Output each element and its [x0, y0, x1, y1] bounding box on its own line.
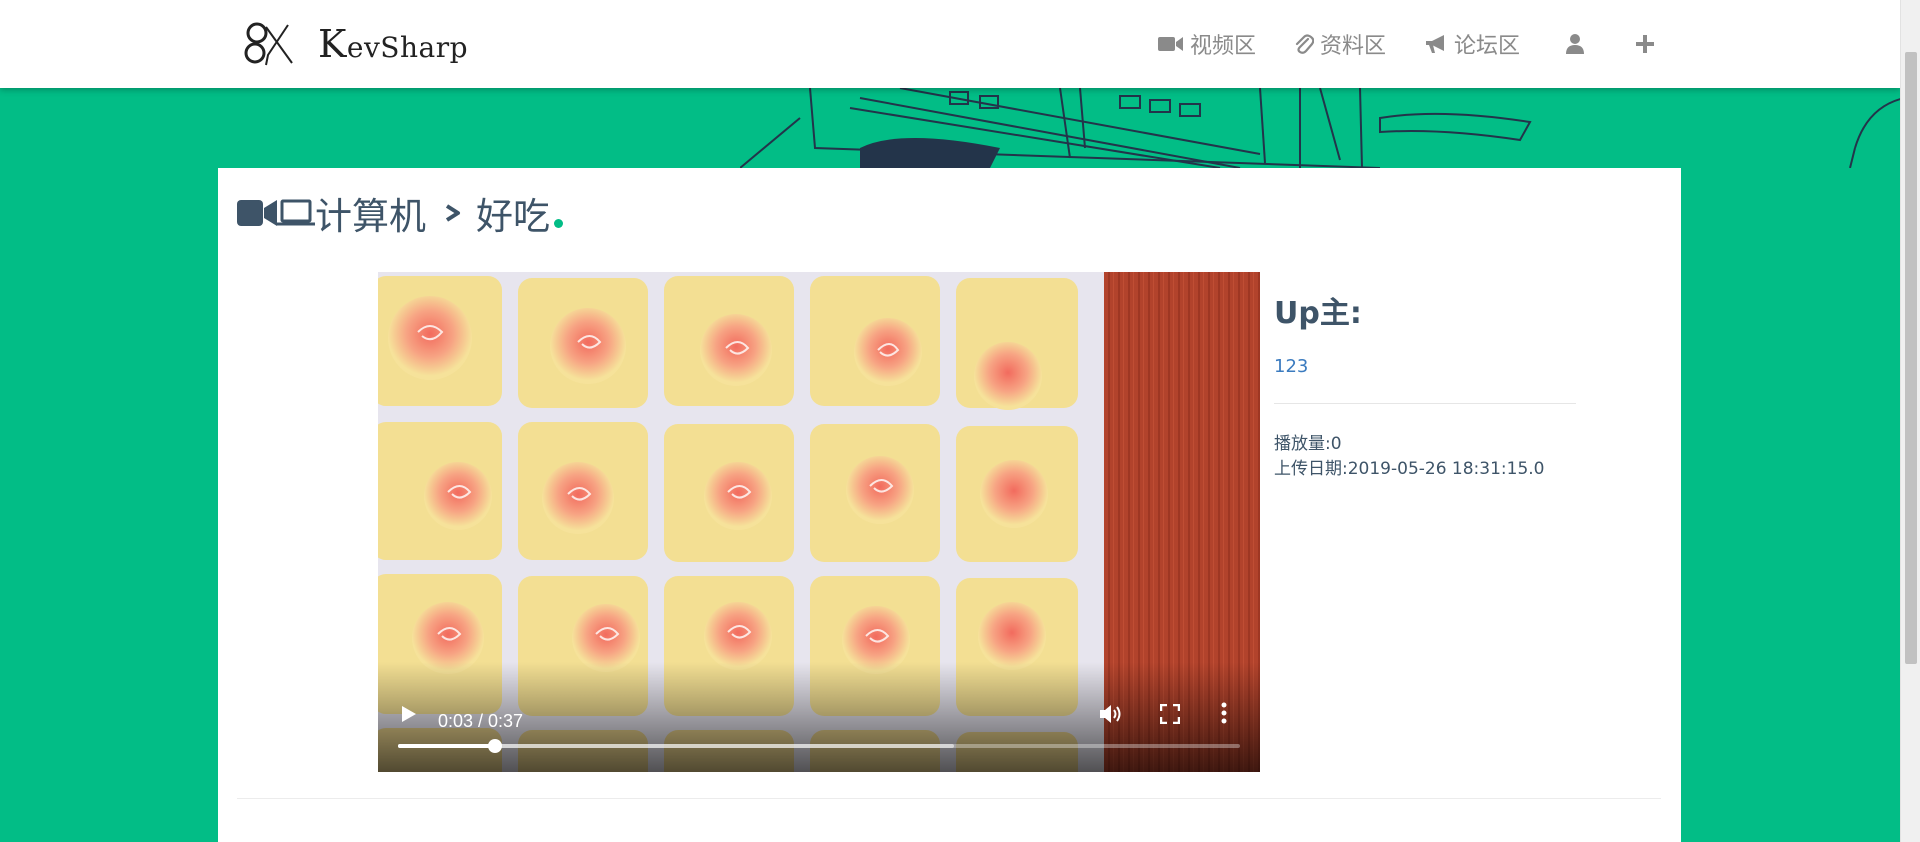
- scrollbar-thumb[interactable]: [1905, 52, 1917, 664]
- brand-logo-mark: [244, 22, 293, 66]
- uploader-heading: Up主:: [1274, 296, 1362, 331]
- video-upload-date: 上传日期:2019-05-26 18:31:15.0: [1274, 459, 1545, 479]
- uploader-name-link[interactable]: 123: [1274, 356, 1576, 377]
- nav-materials-label: 资料区: [1319, 34, 1386, 59]
- video-played-bar: [398, 744, 495, 748]
- breadcrumb: 计算机 好吃: [237, 190, 563, 238]
- video-info-panel: Up主: 123 播放量:0 上传日期:2019-05-26 18:31:15.…: [1274, 296, 1576, 482]
- top-navbar: KevSharp 视频区 资料区 论坛区: [0, 0, 1900, 88]
- breadcrumb-title: 好吃: [476, 195, 550, 238]
- page-scrollbar[interactable]: [1900, 0, 1920, 842]
- status-dot: [554, 219, 563, 228]
- video-progress-bar[interactable]: [398, 739, 1240, 753]
- main-nav: 视频区 资料区 论坛区: [1120, 0, 1660, 88]
- video-player[interactable]: 0:03 / 0:37: [378, 272, 1260, 772]
- nav-video-label: 视频区: [1189, 34, 1256, 59]
- nav-forum-section[interactable]: 论坛区: [1424, 28, 1520, 60]
- video-time-display: 0:03 / 0:37: [438, 711, 524, 731]
- breadcrumb-category[interactable]: 计算机: [315, 186, 426, 240]
- paperclip-icon: [1295, 34, 1314, 54]
- video-camera-icon: [237, 200, 277, 226]
- content-card: 计算机 好吃 0:03 / 0:37 Up主: 123 播放量:0 上传日期:2…: [218, 168, 1681, 842]
- video-view-count: 播放量:0: [1274, 434, 1342, 454]
- more-options-icon[interactable]: [1221, 702, 1227, 724]
- add-button[interactable]: [1636, 35, 1660, 53]
- card-divider: [237, 798, 1661, 799]
- hero-sketch-illustration: [740, 88, 1900, 168]
- nav-materials-section[interactable]: 资料区: [1294, 28, 1386, 60]
- megaphone-icon: [1425, 35, 1444, 53]
- video-seek-handle[interactable]: [487, 739, 502, 753]
- plus-icon: [1636, 35, 1654, 53]
- user-menu-button[interactable]: [1566, 33, 1590, 55]
- laptop-icon: [277, 199, 315, 226]
- brand-name: KevSharp: [318, 22, 468, 66]
- fullscreen-icon[interactable]: [1160, 704, 1180, 724]
- volume-icon[interactable]: [1098, 702, 1124, 726]
- info-divider: [1274, 403, 1576, 404]
- page: KevSharp 视频区 资料区 论坛区 计算机 好吃 0:03 / 0:37 …: [0, 0, 1900, 842]
- nav-video-section[interactable]: 视频区: [1157, 28, 1256, 60]
- chevron-right-icon: [444, 202, 462, 224]
- nav-forum-label: 论坛区: [1453, 34, 1520, 59]
- play-icon[interactable]: [400, 704, 418, 724]
- user-icon: [1566, 34, 1584, 54]
- video-camera-icon: [1157, 37, 1183, 51]
- brand-logo[interactable]: KevSharp: [240, 16, 468, 72]
